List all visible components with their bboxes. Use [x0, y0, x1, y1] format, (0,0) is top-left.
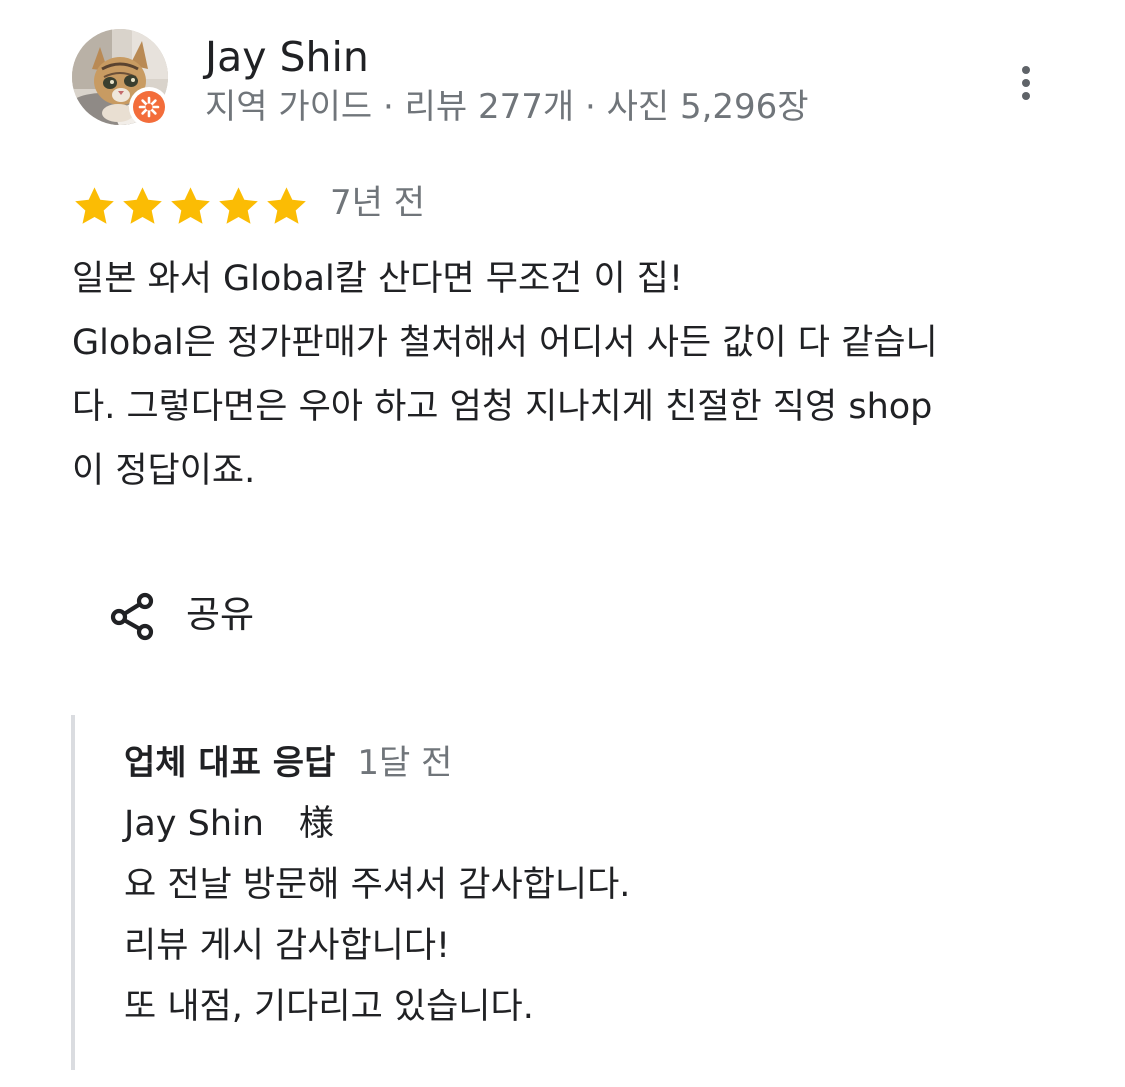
star-icon [267, 187, 306, 224]
owner-response-line: 또 내점, 기다리고 있습니다. [124, 987, 534, 1027]
local-guide-badge [129, 87, 169, 127]
owner-response-text: Jay Shin 様 요 전날 방문해 주셔서 감사합니다. 리뷰 게시 감사합… [124, 794, 630, 1038]
star-rating [72, 184, 309, 229]
owner-response-line: 리뷰 게시 감사합니다! [124, 926, 451, 966]
owner-response-divider [71, 715, 75, 1070]
review-age: 7년 전 [330, 183, 425, 223]
owner-response-age: 1달 전 [357, 743, 453, 783]
owner-response-line: Jay Shin 様 [124, 804, 334, 844]
star-icon [123, 187, 162, 224]
review-text-line: 다. 그렇다면은 우아 하고 엄청 지나치게 친절한 직영 shop [72, 387, 933, 427]
star-icon [75, 187, 114, 224]
review-text-line: 일본 와서 Global칼 산다면 무조건 이 집! [72, 259, 684, 299]
share-button[interactable]: 공유 [104, 580, 254, 650]
more-vert-icon [1022, 66, 1030, 100]
share-icon [110, 592, 154, 641]
owner-response-title: 업체 대표 응답 [124, 743, 336, 783]
reviewer-name[interactable]: Jay Shin [205, 32, 369, 82]
review-text: 일본 와서 Global칼 산다면 무조건 이 집! Global은 정가판매가… [72, 247, 1052, 503]
more-options-button[interactable] [1002, 58, 1050, 106]
owner-response-header: 업체 대표 응답 1달 전 [124, 740, 452, 786]
reviewer-meta: 지역 가이드 · 리뷰 277개 · 사진 5,296장 [205, 87, 809, 127]
star-icon [219, 187, 258, 224]
star-icon [171, 187, 210, 224]
share-label: 공유 [186, 593, 255, 636]
review-text-line: 이 정답이죠. [72, 451, 256, 491]
review-text-line: Global은 정가판매가 철처해서 어디서 사든 값이 다 같습니 [72, 323, 938, 363]
owner-response-line: 요 전날 방문해 주셔서 감사합니다. [124, 865, 631, 905]
local-guide-badge-icon [133, 91, 165, 123]
